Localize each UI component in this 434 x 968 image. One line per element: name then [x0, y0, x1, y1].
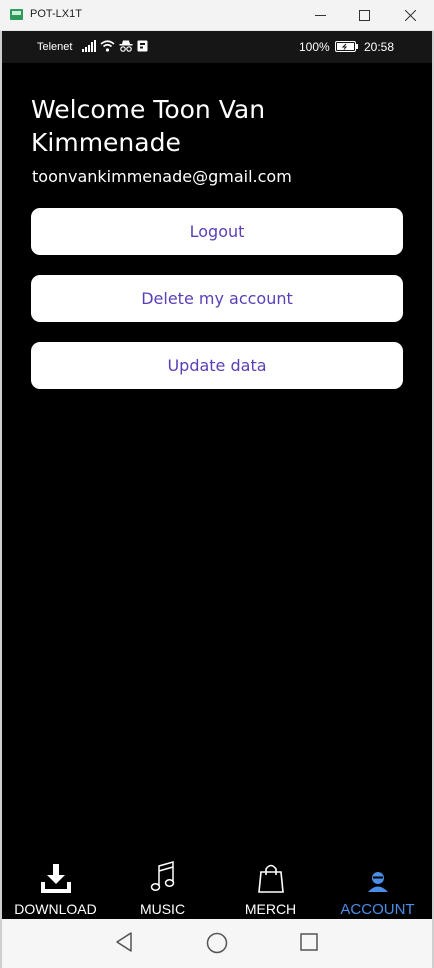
battery-percent: 100%: [299, 40, 330, 54]
home-icon[interactable]: [205, 931, 229, 955]
carrier-label: Telenet: [37, 41, 73, 53]
phone-screen: Telenet 100% 20:58 Welcome Toon Van Kimm…: [2, 31, 432, 919]
maximize-icon: [358, 10, 370, 21]
app-icon: [10, 9, 23, 20]
shopping-bag-icon: [257, 859, 284, 893]
status-time: 20:58: [364, 40, 395, 54]
tab-label-music: MUSIC: [139, 901, 186, 917]
close-button[interactable]: [388, 0, 432, 31]
status-icons: [82, 40, 148, 52]
tab-music[interactable]: MUSIC: [109, 851, 216, 919]
tab-merch[interactable]: MERCH: [217, 851, 324, 919]
tab-label-account: ACCOUNT: [340, 901, 415, 918]
signal-icon: [82, 40, 96, 52]
window-title: POT-LX1T: [30, 8, 82, 20]
tab-label-merch: MERCH: [244, 901, 297, 917]
battery-icon: [335, 41, 358, 52]
android-nav-bar: [2, 919, 432, 968]
window-title-bar: POT-LX1T: [0, 0, 434, 31]
wifi-icon: [100, 40, 115, 52]
minimize-icon: [314, 15, 326, 16]
logout-button[interactable]: Logout: [31, 208, 403, 255]
minimize-button[interactable]: [298, 0, 342, 31]
close-icon: [404, 10, 416, 21]
tab-account[interactable]: ACCOUNT: [324, 851, 431, 919]
update-data-button[interactable]: Update data: [31, 342, 403, 389]
tab-download[interactable]: DOWNLOAD: [2, 851, 109, 919]
download-icon: [40, 859, 71, 893]
delete-account-button[interactable]: Delete my account: [31, 275, 403, 322]
incognito-icon: [119, 40, 133, 52]
user-icon: [366, 859, 390, 893]
back-icon[interactable]: [114, 931, 134, 953]
bottom-tab-bar: DOWNLOAD MUSIC MERCH ACCOUNT: [2, 851, 432, 919]
status-bar: Telenet 100% 20:58: [2, 31, 432, 63]
user-email: toonvankimmenade@gmail.com: [32, 167, 292, 186]
music-note-icon: [150, 859, 176, 893]
recent-apps-icon[interactable]: [298, 931, 320, 953]
tab-label-download: DOWNLOAD: [14, 901, 97, 917]
notification-icon: [137, 40, 148, 52]
maximize-button[interactable]: [342, 0, 386, 31]
welcome-heading: Welcome Toon Van Kimmenade: [31, 95, 266, 157]
